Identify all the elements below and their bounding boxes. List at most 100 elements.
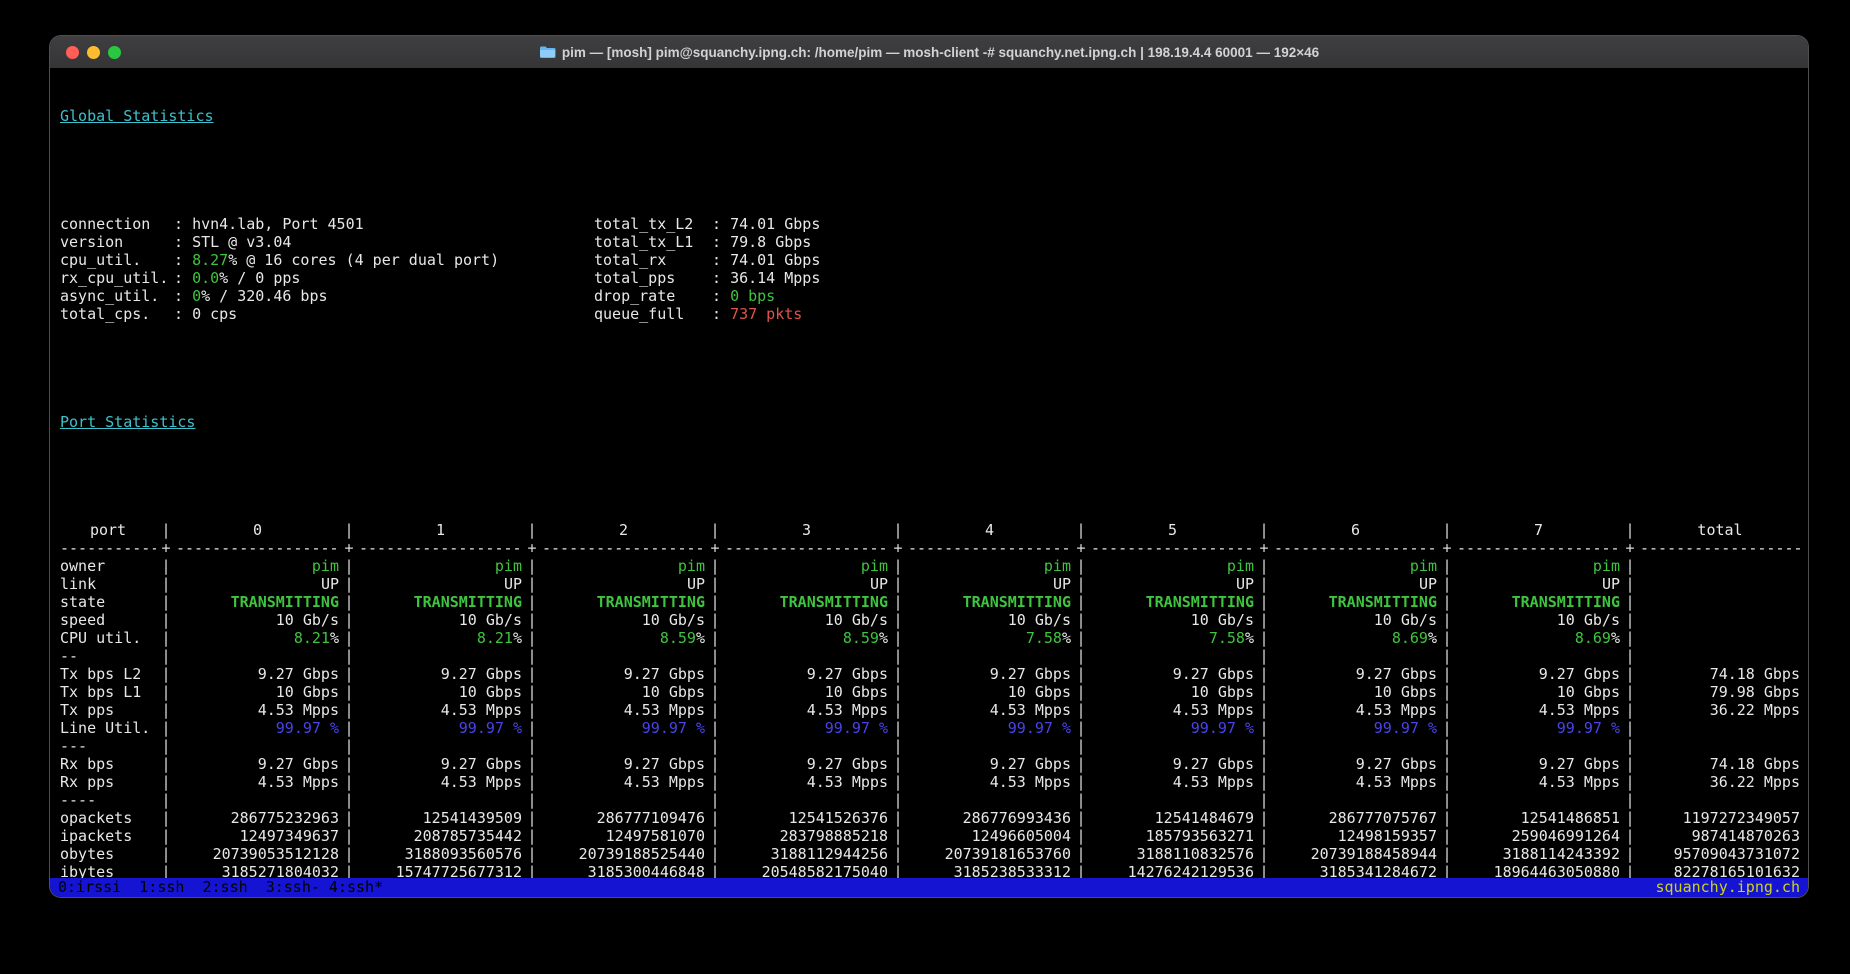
row-tx-bps-l2: Tx bps L2|9.27 Gbps|9.27 Gbps|9.27 Gbps|… [60, 665, 1808, 683]
column-separator: | [1620, 629, 1640, 647]
cell-total: 987414870263 [1640, 827, 1800, 845]
column-separator: | [156, 593, 176, 611]
terminal-window: pim — [mosh] pim@squanchy.ipng.ch: /home… [50, 36, 1808, 897]
column-separator: | [1620, 557, 1640, 575]
close-button[interactable] [66, 46, 79, 59]
stat-connection: connection: hvn4.lab, Port 4501 [60, 215, 594, 233]
stat-drop-rate: drop_rate: 0 bps [594, 287, 775, 305]
global-stats-block: connection: hvn4.lab, Port 4501total_tx_… [60, 215, 1808, 323]
cell: 12541484679 [1091, 809, 1254, 827]
row-label: opackets [60, 809, 156, 827]
column-separator: | [888, 557, 908, 575]
stat-label: async_util. [60, 287, 174, 305]
cell: pim [1457, 557, 1620, 575]
column-separator: | [1254, 701, 1274, 719]
column-separator: | [1254, 737, 1274, 755]
column-separator: | [1437, 665, 1457, 683]
column-separator: | [156, 521, 176, 539]
column-separator: | [1254, 773, 1274, 791]
column-separator: | [888, 827, 908, 845]
column-separator: | [888, 665, 908, 683]
cell: 12541486851 [1457, 809, 1620, 827]
cell: 4.53 Mpps [725, 773, 888, 791]
column-separator: | [1620, 809, 1640, 827]
column-separator: + [339, 539, 359, 557]
column-separator: | [156, 737, 176, 755]
stat-label: total_cps. [60, 305, 174, 323]
cell: 3185341284672 [1274, 863, 1437, 878]
cell: 20739188525440 [542, 845, 705, 863]
cell: pim [725, 557, 888, 575]
column-separator: | [1620, 701, 1640, 719]
cell: 8.59% [725, 629, 888, 647]
stat-label: drop_rate [594, 287, 712, 305]
column-separator: | [1071, 773, 1091, 791]
cell: 9.27 Gbps [359, 755, 522, 773]
cell-value: 8.59 [843, 629, 879, 647]
cell: 4.53 Mpps [359, 701, 522, 719]
stat-colon: : [712, 233, 730, 251]
row-cpu-util: CPU util.|8.21%|8.21%|8.59%|8.59%|7.58%|… [60, 629, 1808, 647]
cell: pim [359, 557, 522, 575]
column-separator: | [522, 719, 542, 737]
cell-value: 7.58 [1209, 629, 1245, 647]
cell-value: 8.69 [1575, 629, 1611, 647]
column-separator: | [1620, 575, 1640, 593]
cell: 10 Gbps [725, 683, 888, 701]
column-separator: | [339, 629, 359, 647]
column-separator: | [1437, 827, 1457, 845]
stat-queue-full: queue_full: 737 pkts [594, 305, 802, 323]
column-separator: | [1437, 629, 1457, 647]
column-separator: | [339, 737, 359, 755]
cell: 286776993436 [908, 809, 1071, 827]
column-separator: | [522, 773, 542, 791]
cell: 4.53 Mpps [359, 773, 522, 791]
column-separator: | [1254, 521, 1274, 539]
window-titlebar[interactable]: pim — [mosh] pim@squanchy.ipng.ch: /home… [50, 36, 1808, 68]
window-title: pim — [mosh] pim@squanchy.ipng.ch: /home… [50, 45, 1808, 60]
cell: 8.21% [176, 629, 339, 647]
column-separator: | [1620, 845, 1640, 863]
column-separator: | [888, 629, 908, 647]
column-separator: | [522, 755, 542, 773]
tmux-window-list[interactable]: 0:irssi 1:ssh 2:ssh 3:ssh- 4:ssh* [58, 878, 383, 897]
stat-async-util: async_util.: 0% / 320.46 bps [60, 287, 594, 305]
column-separator: | [1437, 791, 1457, 809]
cell [176, 791, 339, 809]
rule-dashes: ---------------------- [542, 539, 705, 557]
column-separator: | [1071, 683, 1091, 701]
stat-label: queue_full [594, 305, 712, 323]
cell: 3185300446848 [542, 863, 705, 878]
column-separator: | [1071, 755, 1091, 773]
column-separator: | [339, 557, 359, 575]
row-label: Rx bps [60, 755, 156, 773]
column-separator: | [156, 791, 176, 809]
column-separator: | [156, 827, 176, 845]
column-separator: | [705, 557, 725, 575]
col-header-7: 7 [1457, 521, 1620, 539]
cell-total [1640, 611, 1800, 629]
cell: UP [359, 575, 522, 593]
minimize-button[interactable] [87, 46, 100, 59]
column-separator: | [1437, 557, 1457, 575]
column-separator: | [156, 575, 176, 593]
stat-colon: : [712, 251, 730, 269]
column-separator: | [1437, 701, 1457, 719]
column-separator: + [1254, 539, 1274, 557]
cell: 12541526376 [725, 809, 888, 827]
column-separator: | [888, 521, 908, 539]
row-label: Tx pps [60, 701, 156, 719]
column-separator: | [522, 863, 542, 878]
column-separator: | [1437, 773, 1457, 791]
row-ibytes: ibytes|3185271804032|15747725677312|3185… [60, 863, 1808, 878]
terminal-screen[interactable]: Global Statistics connection: hvn4.lab, … [50, 68, 1808, 878]
column-separator: | [1620, 683, 1640, 701]
column-separator: | [339, 755, 359, 773]
cell: 4.53 Mpps [542, 701, 705, 719]
zoom-button[interactable] [108, 46, 121, 59]
column-separator: | [888, 701, 908, 719]
port-table-rule: --------------+----------------------+--… [60, 539, 1808, 557]
row-label: --- [60, 737, 156, 755]
cell: 4.53 Mpps [542, 773, 705, 791]
cell: 4.53 Mpps [1457, 701, 1620, 719]
